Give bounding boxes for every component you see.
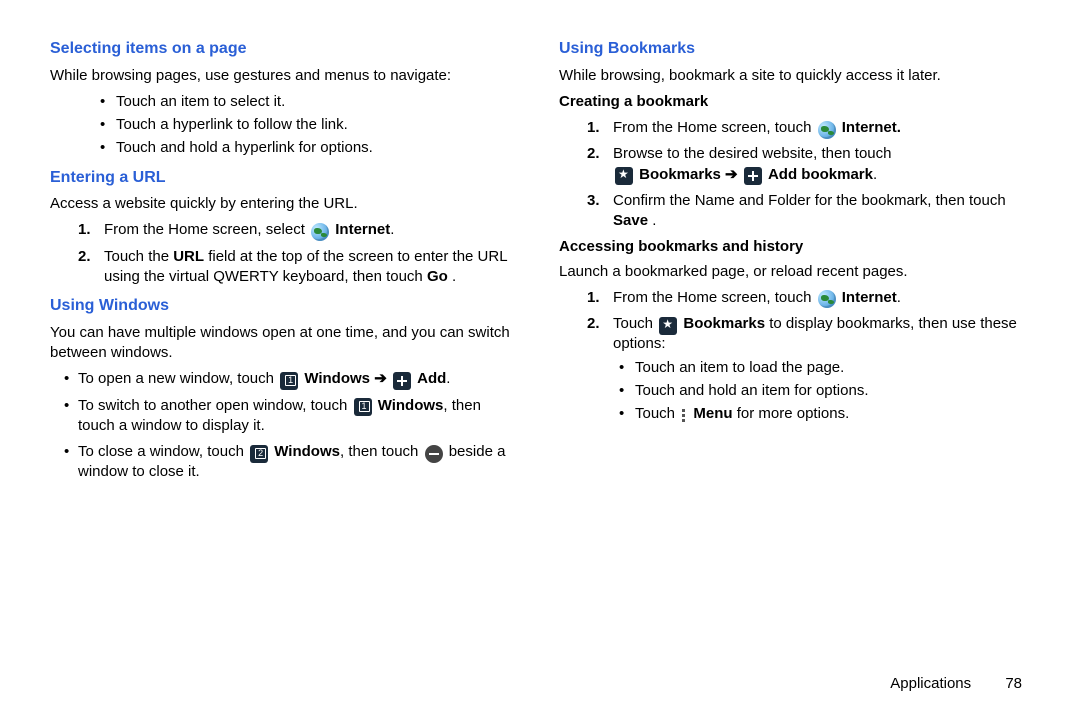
globe-icon [311, 223, 329, 241]
windows-icon [250, 445, 268, 463]
text: While browsing pages, use gestures and m… [50, 66, 521, 86]
plus-icon [393, 372, 411, 390]
numbered-list: 1. From the Home screen, touch Internet.… [559, 118, 1030, 231]
plus-icon [744, 167, 762, 185]
right-column: Using Bookmarks While browsing, bookmark… [559, 30, 1030, 640]
section-title: Applications [890, 675, 971, 692]
text: While browsing, bookmark a site to quick… [559, 66, 1030, 86]
list-item: 2. Touch the URL field at the top of the… [50, 247, 521, 288]
list-item: 1. From the Home screen, touch Internet. [559, 288, 1030, 308]
subheading-creating-bookmark: Creating a bookmark [559, 92, 1030, 112]
list-item: 2. Browse to the desired website, then t… [559, 144, 1030, 185]
bullet-list: Touch an item to load the page. Touch an… [569, 358, 1030, 425]
text: Access a website quickly by entering the… [50, 194, 521, 214]
arrow-icon: ➔ [374, 370, 387, 387]
list-item: 3. Confirm the Name and Folder for the b… [559, 191, 1030, 232]
numbered-list: 1. From the Home screen, touch Internet.… [559, 288, 1030, 425]
bookmarks-icon [615, 167, 633, 185]
subheading-accessing-bookmarks: Accessing bookmarks and history [559, 237, 1030, 257]
globe-icon [818, 121, 836, 139]
globe-icon [818, 290, 836, 308]
windows-icon [354, 398, 372, 416]
bookmarks-icon [659, 317, 677, 335]
text: Launch a bookmarked page, or reload rece… [559, 262, 1030, 282]
heading-using-windows: Using Windows [50, 295, 521, 317]
bullet-list: To open a new window, touch Windows ➔ Ad… [50, 369, 521, 482]
left-column: Selecting items on a page While browsing… [50, 30, 521, 640]
list-item: Touch an item to load the page. [569, 358, 1030, 378]
arrow-icon: ➔ [725, 166, 738, 183]
list-item: Touch and hold an item for options. [569, 381, 1030, 401]
list-item: Touch Menu for more options. [569, 404, 1030, 424]
page-number: 78 [1005, 675, 1022, 692]
heading-entering-url: Entering a URL [50, 167, 521, 189]
list-item: To close a window, touch Windows, then t… [50, 442, 521, 483]
list-item: Touch and hold a hyperlink for options. [50, 138, 521, 158]
numbered-list: 1. From the Home screen, select Internet… [50, 220, 521, 287]
heading-selecting: Selecting items on a page [50, 38, 521, 60]
bullet-list: Touch an item to select it. Touch a hype… [50, 92, 521, 159]
list-item: To open a new window, touch Windows ➔ Ad… [50, 369, 521, 389]
menu-icon [681, 407, 687, 425]
list-item: Touch a hyperlink to follow the link. [50, 115, 521, 135]
heading-using-bookmarks: Using Bookmarks [559, 38, 1030, 60]
text: You can have multiple windows open at on… [50, 323, 521, 364]
page-footer: Applications 78 [890, 675, 1022, 692]
list-item: To switch to another open window, touch … [50, 396, 521, 437]
list-item: Touch an item to select it. [50, 92, 521, 112]
list-item: 1. From the Home screen, touch Internet. [559, 118, 1030, 138]
list-item: 1. From the Home screen, select Internet… [50, 220, 521, 240]
list-item: 2. Touch Bookmarks to display bookmarks,… [559, 314, 1030, 424]
close-window-icon [425, 445, 443, 463]
windows-icon [280, 372, 298, 390]
